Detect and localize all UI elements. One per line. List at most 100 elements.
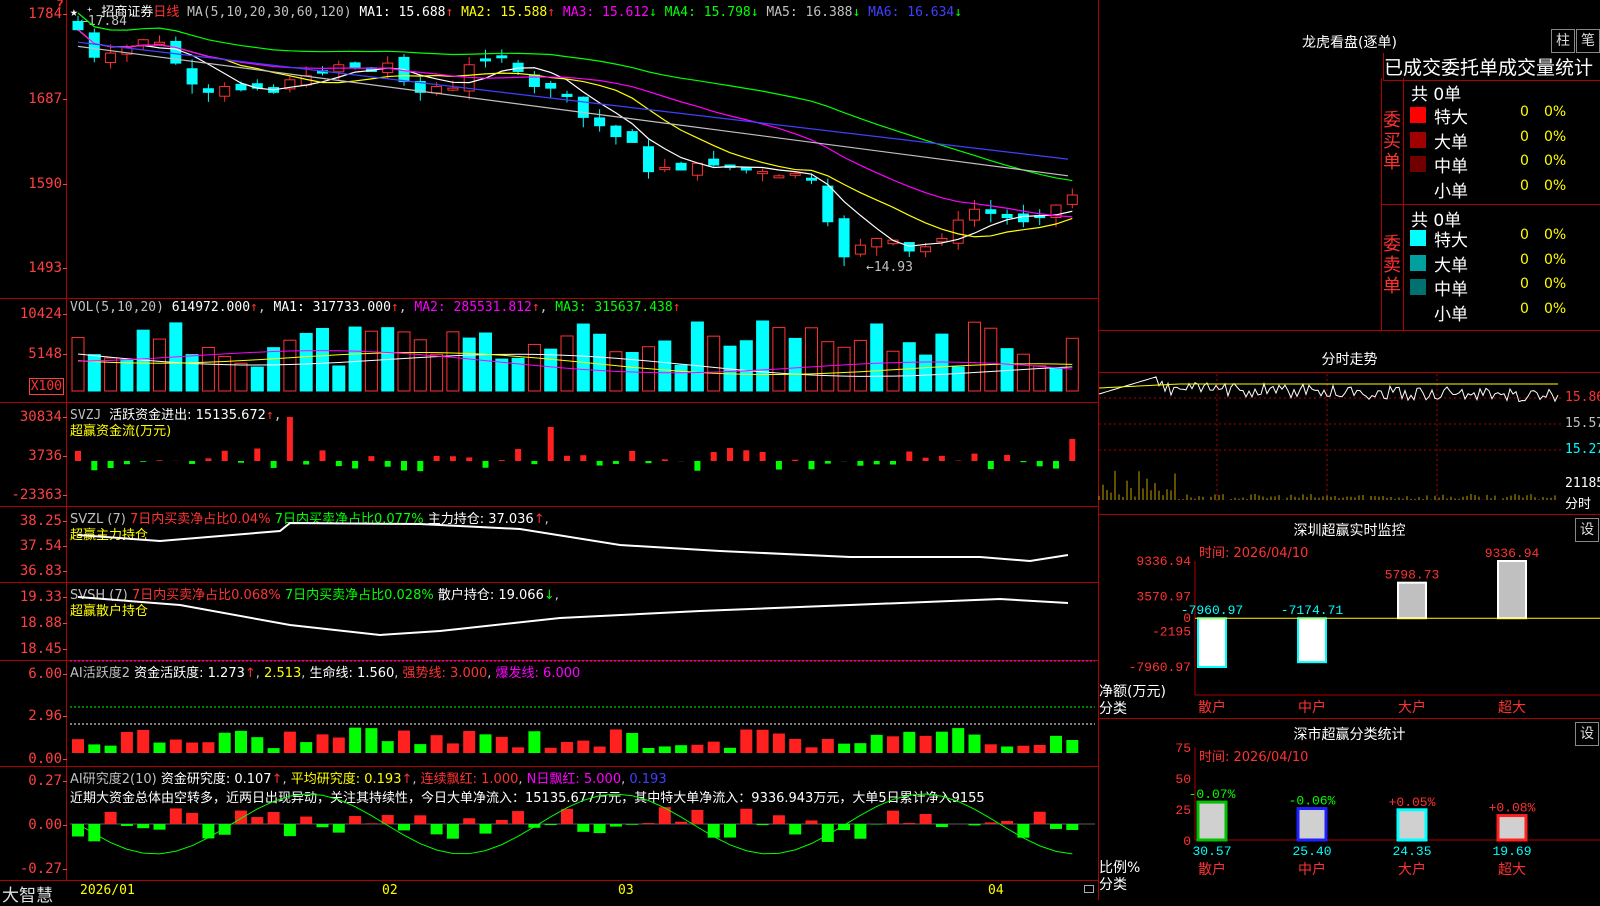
candle-body (644, 147, 654, 172)
flow-bar (336, 461, 342, 466)
flow-bar (271, 461, 277, 468)
candle-body (986, 210, 996, 214)
flow-bar (923, 458, 929, 461)
candle-body (448, 88, 458, 90)
order-count: 0 (1520, 276, 1529, 292)
svzl-chart[interactable] (0, 507, 1098, 583)
monitor-bar-chart[interactable]: 9336.943570.970-2195-7960.97-7960.97散户-7… (1099, 515, 1600, 719)
research-bar (789, 824, 801, 834)
volume-bar (871, 324, 883, 391)
svzj-chart[interactable] (0, 403, 1098, 507)
research-bar (740, 809, 752, 824)
research-bar (480, 824, 492, 834)
volume-pane[interactable]: 10424 5148 X100 VOL(5,10,20) 614972.000↑… (0, 298, 1098, 403)
category-label: 大户 (1398, 699, 1426, 716)
holding-line (78, 523, 1068, 561)
category-label: 散户 (1198, 861, 1226, 878)
research-bar (251, 817, 263, 824)
ai-activity-chart[interactable] (0, 661, 1098, 767)
ai-activity-pane[interactable]: 6.00 2.96 0.00 AI活跃度2 资金活跃度: 1.273↑, 2.5… (0, 660, 1098, 767)
activity-bar (757, 730, 769, 753)
volume-bar (806, 328, 818, 391)
color-swatch (1410, 107, 1426, 123)
flow-bar (287, 417, 293, 461)
buy-orders-label: 委买单 (1383, 110, 1403, 173)
intraday-panel[interactable]: 分时走势 15.86 15.57 15.27 21185 分时 (1099, 344, 1600, 514)
flow-bar (124, 461, 130, 464)
classify-bar-chart[interactable]: 7550250-0.07%30.57散户-0.06%25.40中户+0.05%2… (1099, 719, 1600, 901)
volume-chart[interactable] (0, 299, 1098, 403)
category-label: 大户 (1398, 861, 1426, 878)
bar-value-label: 9336.94 (1485, 546, 1540, 561)
activity-bar (447, 743, 459, 753)
order-count: 0 (1520, 104, 1529, 120)
ai-research-pane[interactable]: 0.27 0.00 -0.27 AI研究度2(10) 资金研究度: 0.107↑… (0, 766, 1098, 881)
flow-bar (450, 456, 456, 461)
activity-bar (691, 745, 703, 753)
activity-bar (724, 748, 736, 753)
candlestick-chart[interactable] (0, 0, 1098, 298)
candle-body (578, 97, 588, 117)
svzl-pane[interactable]: 38.25 37.54 36.83 SVZL (7) 7日内买卖净占比0.04%… (0, 506, 1098, 583)
activity-bar (284, 732, 296, 753)
candle-body (1067, 195, 1077, 204)
order-size-name: 大单 (1434, 128, 1468, 153)
activity-bar (317, 734, 329, 753)
flow-bar (597, 461, 603, 466)
svsh-chart[interactable] (0, 583, 1098, 661)
candle-body (692, 163, 702, 175)
holding-line (78, 597, 1068, 635)
candle-body (1002, 214, 1012, 217)
flow-bar (75, 451, 81, 461)
classify-panel[interactable]: 深市超赢分类统计 设 时间: 2026/04/10 比例% 分类 7550250… (1099, 718, 1600, 901)
volume-bar (903, 343, 915, 391)
research-bar (349, 816, 361, 824)
research-bar (284, 824, 296, 836)
activity-bar (969, 735, 981, 753)
lock-icon[interactable] (1084, 885, 1094, 893)
flow-bar (1069, 439, 1075, 461)
activity-bar (512, 747, 524, 753)
candle-body (350, 63, 360, 67)
svsh-pane[interactable]: 19.33 18.88 18.45 SVSH (7) 7日内买卖净占比0.068… (0, 582, 1098, 661)
ai-research-chart[interactable] (0, 767, 1098, 881)
bar-mode-button[interactable]: 柱 (1551, 29, 1575, 53)
flow-bar (890, 461, 896, 465)
activity-bar (333, 738, 345, 753)
flow-bar (466, 457, 472, 461)
activity-bar (903, 732, 915, 753)
avg-price-line (1099, 384, 1558, 388)
intraday-chart[interactable] (1099, 344, 1600, 514)
candle-body (660, 167, 670, 169)
research-bar (773, 815, 785, 824)
candle-body (790, 173, 800, 175)
monitor-panel[interactable]: 深圳超赢实时监控 设 时间: 2026/04/10 净额(万元) 分类 9336… (1099, 514, 1600, 719)
classify-bar (1498, 816, 1526, 840)
volume-bar (480, 333, 492, 391)
flow-bar (205, 458, 211, 461)
order-size-name: 特大 (1434, 226, 1468, 251)
candle-body (937, 238, 947, 241)
order-count: 0 (1520, 153, 1529, 169)
flow-bar (254, 448, 260, 461)
candle-body (595, 118, 605, 126)
price-pane[interactable]: 1784 1687 1590 1493 ★ ⁺ 招商证券日线 MA(5,10,2… (0, 0, 1098, 298)
volume-bar (708, 336, 720, 391)
volume-bar (72, 338, 84, 391)
activity-bar (170, 740, 182, 753)
research-bar (202, 824, 214, 838)
candle-body (823, 186, 833, 222)
volume-bar (1034, 366, 1046, 391)
research-bar (300, 817, 312, 824)
activity-bar (871, 735, 883, 753)
svzj-pane[interactable]: 30834 3736 -23363 SVZJ 活跃资金进出: 15135.672… (0, 402, 1098, 507)
volume-bar (594, 334, 606, 391)
dragon-tabs[interactable]: 已成交委托单成交量统计 (1383, 53, 1600, 81)
flow-bar (906, 452, 912, 461)
tick-mode-button[interactable]: 笔 (1576, 29, 1600, 53)
activity-bar (708, 742, 720, 753)
research-bar (154, 824, 166, 830)
candle-body (562, 94, 572, 96)
order-pct: 0% (1544, 129, 1566, 145)
activity-bar (88, 744, 100, 753)
